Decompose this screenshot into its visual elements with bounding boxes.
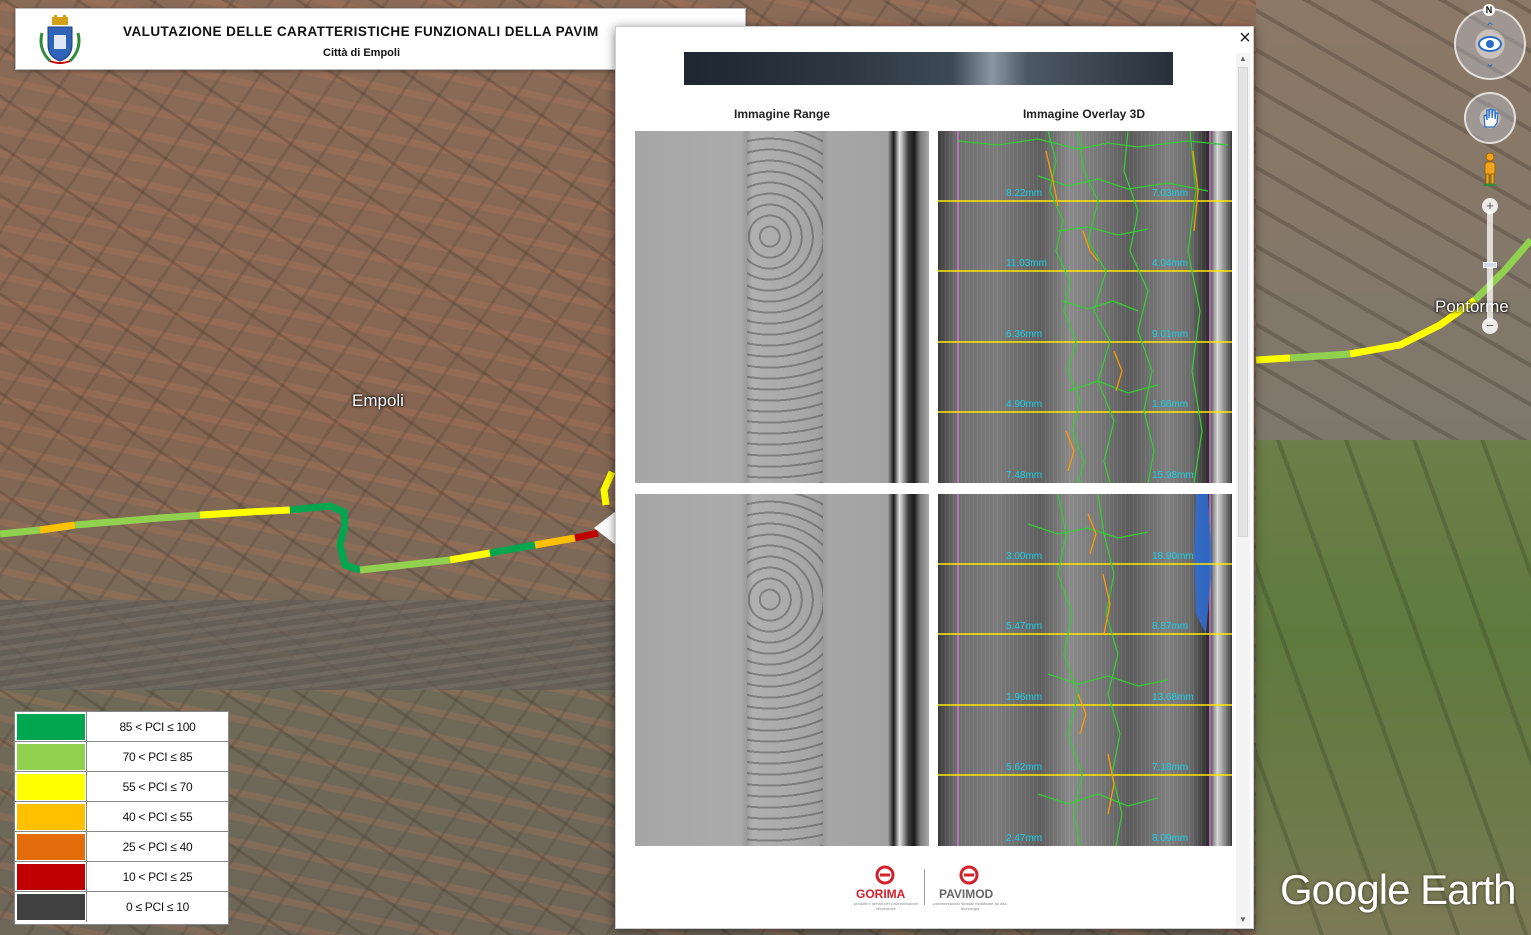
legend-label: 85 < PCI ≤ 100 [119,720,196,734]
sponsor-logos: GORIMA prodotti e servizi per pavimentaz… [846,861,1007,913]
depth-label: 4.90mm [1006,399,1043,410]
legend-label: 55 < PCI ≤ 70 [122,780,193,794]
pci-legend: 85 < PCI ≤ 100 70 < PCI ≤ 85 55 < PCI ≤ … [14,711,229,925]
scroll-thumb[interactable] [1238,67,1248,537]
hand-icon [1483,108,1499,128]
legend-row: 25 < PCI ≤ 40 [15,832,228,862]
legend-swatch [17,804,85,830]
legend-swatch [17,894,85,920]
legend-label: 25 < PCI ≤ 40 [122,840,193,854]
legend-label: 40 < PCI ≤ 55 [122,810,193,824]
legend-swatch [17,744,85,770]
popup-scrollbar[interactable]: ▲ ▼ [1236,53,1250,926]
road-segment-west-4 [199,506,291,519]
scroll-down-icon[interactable]: ▼ [1236,914,1250,926]
depth-label: 7.03mm [1152,188,1189,199]
zoom-in-button[interactable]: + [1482,198,1498,214]
map-label-empoli: Empoli [352,391,404,410]
chevron-down-icon[interactable]: ⌄ [1484,56,1496,70]
zoom-thumb[interactable] [1483,262,1497,268]
depth-label: 8.22mm [1006,188,1043,199]
overlay-image-top[interactable]: 8.22mm 7.03mm 11.03mm 4.04mm 6.36mm 9.01… [938,131,1232,483]
pavimod-name: PAVIMOD [939,887,994,901]
depth-label: 8.09mm [1152,833,1189,844]
eye-icon [1478,36,1502,52]
road-segment-west-5 [289,502,349,526]
legend-row: 85 < PCI ≤ 100 [15,712,228,742]
depth-label: 11.03mm [1006,258,1047,269]
legend-row: 10 < PCI ≤ 25 [15,862,228,892]
zoom-out-button[interactable]: − [1482,318,1498,334]
depth-label: 13.68mm [1152,692,1194,703]
depth-label: 5.62mm [1006,762,1043,773]
depth-label: 15.98mm [1152,470,1194,481]
header-title: VALUTAZIONE DELLE CARATTERISTICHE FUNZIO… [123,24,599,39]
depth-label: 8.87mm [1152,621,1189,632]
road-segment-east-1 [1255,354,1291,364]
overlay-image-bottom[interactable]: 3.00mm 18.90mm 5.47mm 8.87mm 1.96mm 13.6… [938,494,1232,846]
google-earth-watermark: Google Earth [1280,866,1516,913]
legend-row: 70 < PCI ≤ 85 [15,742,228,772]
legend-label: 0 ≤ PCI ≤ 10 [126,900,189,914]
depth-label: 18.90mm [1152,551,1194,562]
gorima-tagline: prodotti e servizi per pavimentazioni bi… [854,901,918,911]
depth-label: 6.36mm [1006,329,1043,340]
road-segment-south-3 [489,541,536,557]
road-segment-south-1 [359,556,451,574]
road-segment-north [600,470,616,506]
depth-label: 1.66mm [1152,399,1189,410]
legend-row: 40 < PCI ≤ 55 [15,802,228,832]
road-segment-curve [336,524,362,574]
pavimod-logo-icon [959,865,979,885]
close-button[interactable]: × [1236,28,1254,48]
map-label-pontorme: Pontorme [1435,297,1509,316]
legend-row: 0 ≤ PCI ≤ 10 [15,892,228,924]
depth-label: 1.96mm [1006,692,1043,703]
depth-label: 7.18mm [1152,762,1189,773]
inspection-popup[interactable]: × ▲ ▼ Immagine Range Immagine Overlay 3D [615,26,1254,929]
road-segment-south-4 [534,534,576,549]
depth-label: 2.47mm [1006,833,1043,844]
road-segment-east-2 [1289,350,1351,362]
range-image-bottom[interactable] [635,494,929,846]
legend-label: 70 < PCI ≤ 85 [122,750,193,764]
legend-label: 10 < PCI ≤ 25 [122,870,193,884]
street-view-pegman-icon[interactable] [1482,152,1498,186]
depth-label: 7.48mm [1006,470,1043,481]
road-segment-south-2 [449,549,491,564]
logo-divider [924,869,925,905]
gorima-logo-icon [875,865,895,885]
range-image-top[interactable] [635,131,929,483]
depth-label: 4.04mm [1152,258,1189,269]
legend-swatch [17,774,85,800]
road-segment-west-2 [39,521,76,534]
gorima-name: GORIMA [856,887,906,901]
depth-label: 3.00mm [1006,551,1043,562]
legend-row: 55 < PCI ≤ 70 [15,772,228,802]
range-image-title: Immagine Range [733,107,831,121]
road-segment-east-4 [1472,237,1531,303]
chevron-up-icon[interactable]: ⌃ [1484,20,1496,34]
legend-swatch [17,834,85,860]
pavimod-tagline: pavimentazioni stradali modificate ad al… [933,901,1007,911]
popup-pointer [594,511,616,545]
legend-swatch [17,864,85,890]
road-photo-image [684,52,1173,85]
depth-label: 9.01mm [1152,329,1189,340]
overlay-image-title: Immagine Overlay 3D [1022,107,1146,121]
compass-north-icon[interactable]: N [1483,4,1495,16]
legend-swatch [17,714,85,740]
depth-label: 5.47mm [1006,621,1043,632]
scroll-up-icon[interactable]: ▲ [1236,53,1250,65]
